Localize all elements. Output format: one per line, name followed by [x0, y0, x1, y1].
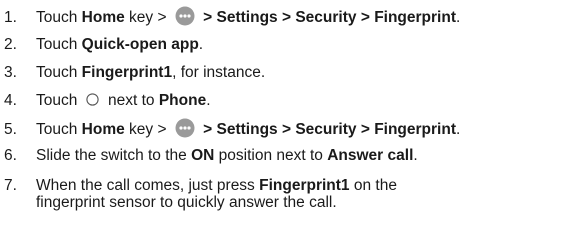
phone-label: Phone	[158, 92, 207, 109]
step-6: 6. Slide the switch to the ON position ne…	[4, 147, 418, 164]
step-number: 5.	[4, 121, 17, 138]
step-4: 4. Touch next to Phone.	[4, 92, 211, 109]
step-1: 1. Touch Home key > > Settings > Security…	[4, 6, 580, 28]
on-label: ON	[191, 147, 215, 164]
fingerprint1-label: Fingerprint1	[81, 64, 173, 81]
apps-icon	[175, 6, 195, 26]
step-number: 3.	[4, 64, 17, 81]
radio-button-icon	[86, 92, 99, 106]
quick-open-app-label: Quick-open app	[81, 36, 199, 53]
instruction-steps: 1. Touch Home key > > Settings > Security…	[0, 0, 582, 247]
step-7: 7. When the call comes, just press Finger…	[4, 177, 397, 211]
step-number: 6.	[4, 147, 17, 164]
home-key-label: Home	[81, 9, 125, 26]
step-3: 3. Touch Fingerprint1, for instance.	[4, 64, 266, 81]
step-2: 2. Touch Quick-open app.	[4, 36, 204, 53]
step-number: 2.	[4, 36, 17, 53]
fingerprint1-label: Fingerprint1	[259, 177, 350, 194]
security-label: Security	[295, 9, 357, 26]
fingerprint-label: Fingerprint	[374, 121, 456, 138]
step-number: 1.	[4, 9, 17, 26]
step-5: 5. Touch Home key > > Settings > Security…	[4, 118, 580, 140]
answer-call-label: Answer call	[327, 147, 414, 164]
fingerprint-label: Fingerprint	[374, 9, 456, 26]
step-number: 7.	[4, 177, 17, 194]
home-key-label: Home	[81, 121, 125, 138]
settings-label: Settings	[216, 121, 278, 138]
step-number: 4.	[4, 92, 17, 109]
settings-label: Settings	[216, 9, 278, 26]
apps-icon	[175, 118, 195, 138]
security-label: Security	[295, 121, 357, 138]
